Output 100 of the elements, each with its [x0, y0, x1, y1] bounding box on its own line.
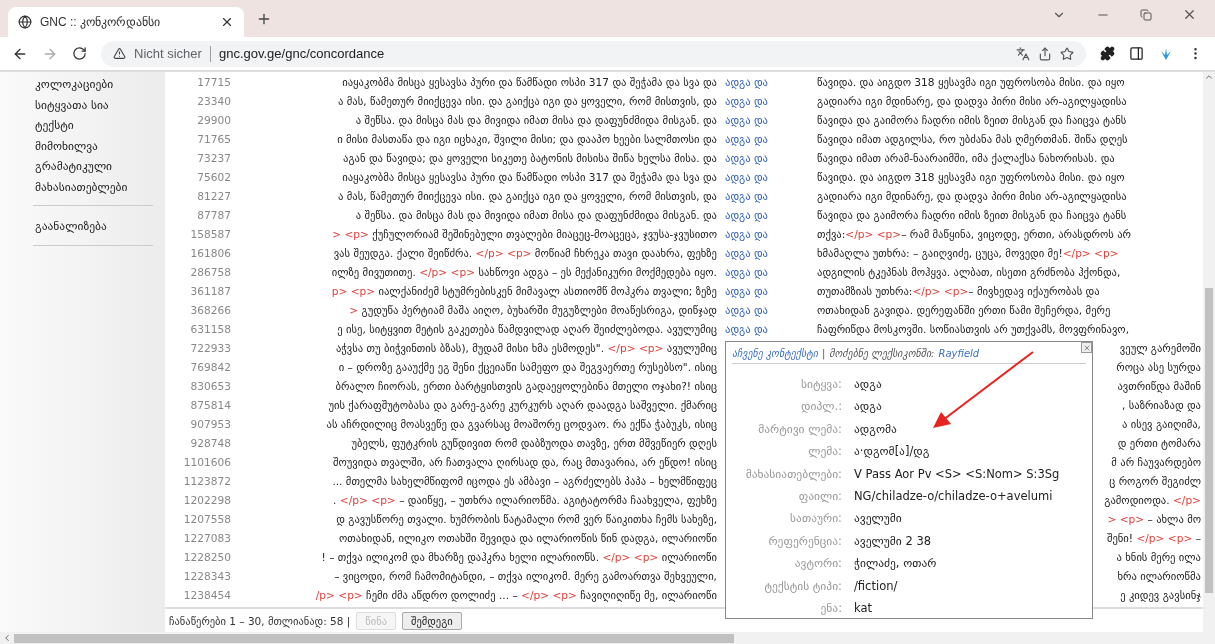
keyword-link[interactable]: ადგა და — [717, 208, 811, 221]
right-context: ავთრიწდა მაშინ — [1117, 379, 1201, 392]
left-context: დ გავუსწორე თვალი. ხუმრობის წატამალი რომ ვერ წაიკითხა ჩემს სახეზე, — [336, 512, 717, 525]
keyword-link[interactable]: ადგა და — [717, 94, 811, 107]
line-number: 1228343 — [182, 569, 232, 582]
field-value: kat — [854, 600, 873, 618]
keyword-link[interactable]: ადგა და — [717, 132, 811, 145]
extensions-icon[interactable] — [1100, 46, 1115, 61]
right-context: შენი! </p> <p> – — [1106, 531, 1201, 544]
keyword-link[interactable]: ადგა და — [717, 227, 811, 240]
line-number: 769842 — [189, 360, 232, 373]
line-number: 1202298 — [182, 493, 232, 506]
translate-icon[interactable] — [1016, 46, 1030, 61]
right-context: წავიდა იმათ ადგილსა, რო უბძანა მას ღმერთმან. შიწა დღეს — [816, 132, 1129, 145]
line-number: 1238454 — [182, 588, 232, 601]
right-context: ხრა ილარიოწმა — [1117, 569, 1201, 582]
scroll-up-icon[interactable] — [1204, 72, 1214, 82]
browser-tab[interactable]: GNC :: კონკორდანსი — [8, 7, 244, 37]
sidebar-link[interactable]: გაანალიზება — [35, 216, 153, 237]
right-context: ჩაფრიწდა მოსკოვში. სოწიასთვის არ უთქვამს, მოვფრინავო, — [816, 322, 1130, 335]
keyword-link[interactable]: ადგა და — [717, 75, 811, 88]
line-number: 161806 — [189, 246, 232, 259]
line-number: 29900 — [196, 113, 232, 126]
right-context: თუთამზიას უთხრა:</p> <p>– მივხედავ იქაურობას და — [816, 284, 1101, 297]
field-value: ადგა — [854, 398, 883, 416]
line-number: 87787 — [196, 208, 232, 221]
reload-icon[interactable] — [72, 46, 87, 61]
left-context: ... მთელმა სახელმწიფომ იცოდა ეს ამბავი – აგრძელებს პაპა – ხელმწიფეც — [332, 474, 717, 487]
left-context: ოთახიდან, ილიკო ოთახში შევიდა და ილარიოწის წინ დადგა, ილარიოწი — [339, 531, 717, 544]
left-context: იაყაკობმა მისცა ყესავსა პური და წამწადი ოსპი 317 და შეჭამა და სვა და — [342, 75, 717, 88]
field-label: რეფერენცია: — [767, 532, 842, 550]
show-context-link[interactable]: აჩვენე კონტექსტი — [732, 348, 818, 359]
line-number: 158587 — [189, 227, 232, 240]
sidebar-link[interactable]: კოლოკაციები — [35, 74, 153, 95]
left-context: ილზე მივუთითე. </p> <p> სახწოვი ადგა – ეს მექანიკური მოქმედება იყო. — [331, 265, 717, 278]
right-context: ა ისევ გაიღიმა, — [1121, 417, 1201, 430]
line-number: 17715 — [196, 75, 232, 88]
close-icon[interactable] — [1182, 7, 1197, 22]
field-label: სათაური: — [789, 510, 842, 528]
sidebar-link[interactable]: სიტყვათა სია — [35, 94, 153, 115]
line-number: 875814 — [189, 398, 232, 411]
right-context: ც როგორ შეგიძლ — [1109, 474, 1201, 487]
field-label: მახასიათებლები: — [744, 465, 842, 483]
left-context: უბელს, ფუტკრის გუწდივით რომ დაბზუოდა თავზე, ერთ მშვეწიერ დღეს — [351, 436, 717, 449]
left-context: ა მას, წამეთურ მიიქცევა ისი. და გაიქცა იგი და ყოველი, რომ მისთვის, და — [338, 189, 717, 202]
scrollbar-thumb[interactable] — [1205, 288, 1213, 593]
left-context: ვას შეუდგა. ქალი შეიწძრა. </p> <p> მოწიამ ჩხრეკა თავი დაახრა, ფეხზე — [333, 246, 717, 259]
left-context: ა შეწსა. და მისცა მას და მივიდა იმათ მისა და დაფუნძმიდა მისგან. და — [355, 208, 717, 221]
right-context: გადიარა იგი მდინარე, და დადვა პირი მისი არ-აგილყადისა — [816, 94, 1128, 107]
scroll-left-icon[interactable] — [2, 633, 12, 643]
scrollbar-thumb[interactable] — [14, 633, 734, 643]
right-context: წავიდა. და აიგდო 318 ყესავმა იგი უფროსობა მისი. და იყო — [816, 75, 1126, 88]
tab-title: GNC :: კონკორდანსი — [40, 15, 161, 29]
close-button[interactable] — [1081, 342, 1092, 353]
close-icon — [1082, 343, 1091, 352]
line-number: 722933 — [189, 341, 232, 354]
bookmark-star-icon[interactable] — [1060, 46, 1074, 61]
right-context: > <p> – ახლა მო — [1107, 512, 1201, 525]
field-label: დიპლ.: — [800, 398, 842, 416]
left-context: უის ქარაფშუტობასა და გარე-გარე კურკურს აღარ დაადგა საშველი. ქმარიც — [328, 398, 717, 411]
keyword-link[interactable]: ადგა და — [717, 189, 811, 202]
keyword-link[interactable]: ადგა და — [717, 303, 811, 316]
address-bar[interactable]: Nicht sicher gnc.gov.ge/gnc/concordance — [101, 40, 1086, 67]
pager-button[interactable]: შემდეგი — [402, 612, 462, 630]
right-context: თქვა:</p> <p>– რამ მაწყინა, ვიცოდე, ერთი, არასდროს არ — [816, 227, 1133, 240]
right-context: წავიდა და გაიმორა ჩადრი იმის ზეით მისგან და ჩაიცვა ტანს — [816, 208, 1128, 221]
keyword-link[interactable]: ადგა და — [717, 151, 811, 164]
right-context: წავიდა იმათ არამ-ნაარაიმში, იმა ქალაქსა ნახორისას. და — [816, 151, 1116, 164]
keyword-link[interactable]: ადგა და — [717, 265, 811, 278]
side-panel-icon[interactable] — [1129, 46, 1144, 61]
keyword-link[interactable]: ადგა და — [717, 246, 811, 259]
sidebar-link[interactable]: მიმოხილვა — [35, 135, 153, 156]
field-value: ჭილაძე, ოთარ — [854, 555, 938, 573]
vertical-scrollbar[interactable] — [1203, 72, 1215, 632]
line-number: 1123872 — [182, 474, 232, 487]
right-context: წავიდა და გაიმორა ჩადრი იმის ზეით მისგან და ჩაიცვა ტანს — [816, 113, 1128, 126]
sidebar-link[interactable]: გრამატიკული მახასიათებლები — [35, 156, 153, 197]
line-number: 631158 — [189, 322, 232, 335]
line-number: 71765 — [196, 132, 232, 145]
keyword-link[interactable]: ადგა და — [717, 170, 811, 183]
dictionary-link[interactable]: Rayfield — [938, 348, 980, 359]
url-text: gnc.gov.ge/gnc/concordance — [218, 46, 386, 61]
keyword-link[interactable]: ადგა და — [717, 113, 811, 126]
keyword-link[interactable]: ადგა და — [717, 322, 811, 335]
horizontal-scrollbar[interactable] — [0, 632, 1215, 644]
right-context: წავიდა. და აიგდო 318 ყესავმა იგი უფროსობა მისი. და იყო — [816, 170, 1126, 183]
left-context: /p> <p> ჩემი ძმა აწდრო დოლიძე ... – </p> <p> ჩავიღიღიწე მე, ილარიოწი — [315, 588, 717, 601]
restore-icon[interactable] — [1140, 8, 1152, 21]
left-context: ბრალო ჩიორას, ერთი ბარტყისთვის გადაეყოლებინა მთელი ოჯახი?! ისიც — [335, 379, 717, 392]
left-context: p> <p> იალქანიძემ სტუმრებისკენ მიმავალ ასთიომწ მოჰკრა თვალი; ზეზე — [331, 284, 717, 297]
share-icon[interactable] — [1038, 46, 1052, 61]
left-context: ა მას, წამეთურ მიიქცევა ისი. და გაიქცა იგი და ყოველი, რომ მისთვის, და — [338, 94, 717, 107]
field-label: მარტივი ლემა: — [757, 420, 842, 438]
field-label: ავტორი: — [793, 555, 842, 573]
field-value: NG/chiladze-o/chiladze-o+avelumi — [854, 488, 1054, 506]
left-context: ი მისი მასთაწა და იგი იცხაკი, შვილი მისი; და დააპო ხეები სალმთოსი და — [337, 132, 717, 145]
keyword-link[interactable]: ადგა და — [717, 284, 811, 297]
field-label: ლემა: — [807, 443, 842, 461]
close-icon[interactable] — [220, 15, 234, 29]
sidebar-link[interactable]: ტექსტი — [35, 115, 153, 136]
